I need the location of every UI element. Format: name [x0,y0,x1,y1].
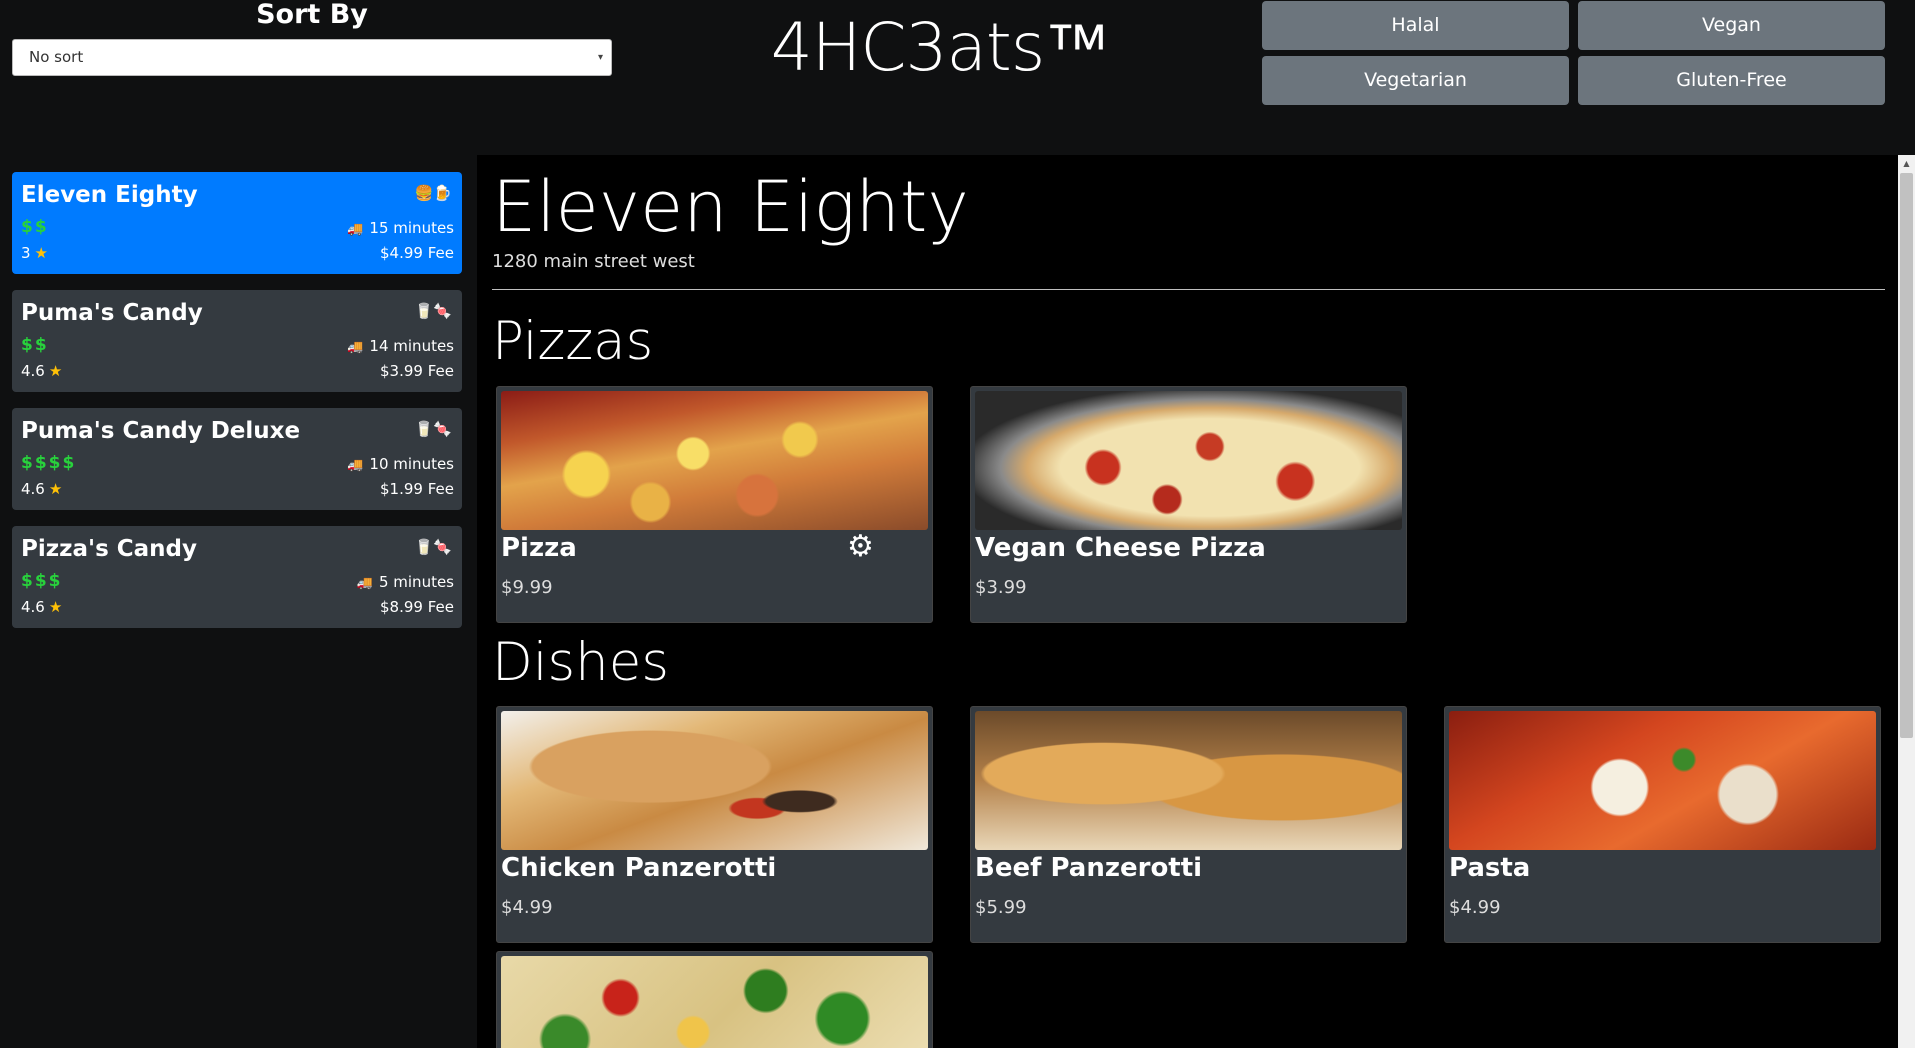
menu-item-price: $3.99 [975,577,1027,598]
restaurant-name: Puma's Candy [21,300,203,326]
brand-title: 4HC3ats™ [770,9,1110,86]
restaurant-tag-icons: 🥛🍬 [414,420,452,438]
menu-item-name: Chicken Panzerotti [501,853,777,883]
menu-item-name: Vegan Cheese Pizza [975,533,1266,563]
scrollbar[interactable]: ▲ [1898,155,1915,1048]
star-icon: ★ [34,244,48,262]
restaurant-title: Eleven Eighty [492,166,969,248]
menu-item-price: $4.99 [1449,897,1501,918]
gear-icon[interactable]: ⚙ [847,530,874,564]
menu-item-card[interactable]: Beef Panzerotti $5.99 [970,706,1407,943]
food-image [975,391,1402,530]
price-level: $$$ [21,571,63,591]
rating-value: 3 [21,244,31,262]
food-image [501,956,928,1048]
filter-vegan-button[interactable]: Vegan [1578,1,1885,50]
section-title-dishes: Dishes [492,632,669,693]
sort-select[interactable]: No sort ▾ [12,39,612,76]
price-level: $$$$ [21,453,77,473]
filter-vegetarian-button[interactable]: Vegetarian [1262,56,1569,105]
rating-value: 4.6 [21,480,45,498]
delivery-time: 15 minutes [369,219,454,237]
delivery-time: 14 minutes [369,337,454,355]
section-title-pizzas: Pizzas [492,311,654,372]
menu-item-card[interactable]: Pizza ⚙ $9.99 [496,386,933,623]
filter-halal-button[interactable]: Halal [1262,1,1569,50]
chevron-down-icon: ▾ [597,52,603,63]
delivery-time: 10 minutes [369,455,454,473]
star-icon: ★ [48,598,63,616]
menu-item-card[interactable] [496,951,933,1048]
scrollbar-thumb[interactable] [1900,173,1913,738]
delivery-fee: $3.99 Fee [380,362,454,380]
restaurant-name: Pizza's Candy [21,536,198,562]
price-level: $$ [21,335,49,355]
sort-by-label: Sort By [256,0,368,30]
rating-value: 4.6 [21,598,45,616]
sort-select-value: No sort [29,48,84,66]
delivery-time: 5 minutes [378,573,454,591]
star-icon: ★ [48,362,63,380]
filter-gluten-free-button[interactable]: Gluten-Free [1578,56,1885,105]
restaurant-name: Puma's Candy Deluxe [21,418,301,444]
truck-icon: 🚚 [347,222,364,237]
restaurant-name: Eleven Eighty [21,182,198,208]
restaurant-menu-panel: Eleven Eighty 1280 main street west Pizz… [477,155,1915,1048]
menu-item-card[interactable]: Pasta $4.99 [1444,706,1881,943]
scroll-up-icon[interactable]: ▲ [1898,155,1915,172]
restaurant-card-pumas-candy[interactable]: Puma's Candy 🥛🍬 $$ 🚚 14 minutes 4.6 ★ $3.9… [12,290,462,392]
food-image [501,711,928,850]
menu-item-card[interactable]: Vegan Cheese Pizza $3.99 [970,386,1407,623]
divider [492,289,1885,290]
menu-item-name: Pizza [501,533,577,563]
delivery-fee: $8.99 Fee [380,598,454,616]
restaurant-tag-icons: 🥛🍬 [414,302,452,320]
menu-item-name: Beef Panzerotti [975,853,1203,883]
price-level: $$ [21,217,49,237]
menu-item-name: Pasta [1449,853,1531,883]
restaurant-card-pizzas-candy[interactable]: Pizza's Candy 🥛🍬 $$$ 🚚 5 minutes 4.6 ★ $8.… [12,526,462,628]
menu-item-card[interactable]: Chicken Panzerotti $4.99 [496,706,933,943]
menu-item-price: $9.99 [501,577,553,598]
food-image [975,711,1402,850]
delivery-fee: $1.99 Fee [380,480,454,498]
delivery-fee: $4.99 Fee [380,244,454,262]
truck-icon: 🚚 [347,340,364,355]
menu-item-price: $5.99 [975,897,1027,918]
restaurant-card-eleven-eighty[interactable]: Eleven Eighty 🍔🍺 $$ 🚚 15 minutes 3 ★ $4.99… [12,172,462,274]
truck-icon: 🚚 [347,458,364,473]
star-icon: ★ [48,480,63,498]
restaurant-card-pumas-candy-deluxe[interactable]: Puma's Candy Deluxe 🥛🍬 $$$$ 🚚 10 minutes … [12,408,462,510]
food-image [1449,711,1876,850]
food-image [501,391,928,530]
truck-icon: 🚚 [356,576,373,591]
rating-value: 4.6 [21,362,45,380]
menu-item-price: $4.99 [501,897,553,918]
restaurant-tag-icons: 🍔🍺 [414,184,452,202]
restaurant-tag-icons: 🥛🍬 [414,538,452,556]
restaurant-address: 1280 main street west [492,251,695,272]
